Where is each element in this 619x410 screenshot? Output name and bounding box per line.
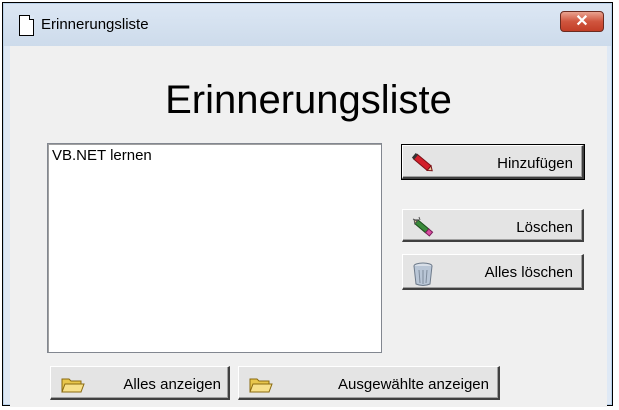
delete-all-button[interactable]: Alles löschen [402,254,584,290]
show-selected-button-label: Ausgewählte anzeigen [338,376,489,393]
delete-all-button-label: Alles löschen [484,264,573,281]
app-window: Erinnerungsliste ✕ Erinnerungsliste VB.N… [2,2,613,407]
show-all-button[interactable]: Alles anzeigen [50,366,230,400]
add-button[interactable]: Hinzufügen [401,144,585,180]
window-title: Erinnerungsliste [41,16,149,33]
title-bar[interactable]: Erinnerungsliste ✕ [4,4,611,46]
list-item[interactable]: VB.NET lernen [48,144,381,167]
delete-button[interactable]: Löschen [402,209,584,242]
show-all-button-label: Alles anzeigen [123,376,221,393]
add-button-label: Hinzufügen [497,155,573,172]
document-icon [19,15,34,36]
page-title: Erinnerungsliste [165,78,452,122]
close-button[interactable]: ✕ [560,11,604,32]
pencil-icon [411,152,433,172]
delete-button-label: Löschen [516,219,573,236]
reminder-list[interactable]: VB.NET lernen [47,143,382,353]
close-icon: ✕ [575,12,589,30]
folder-icon [61,378,85,393]
client-area: Erinnerungsliste VB.NET lernen Hinzufüge… [10,46,607,407]
show-selected-button[interactable]: Ausgewählte anzeigen [238,366,500,400]
recycle-bin-icon [413,262,433,286]
eraser-pencil-icon [412,216,434,237]
folder-icon [249,378,273,393]
